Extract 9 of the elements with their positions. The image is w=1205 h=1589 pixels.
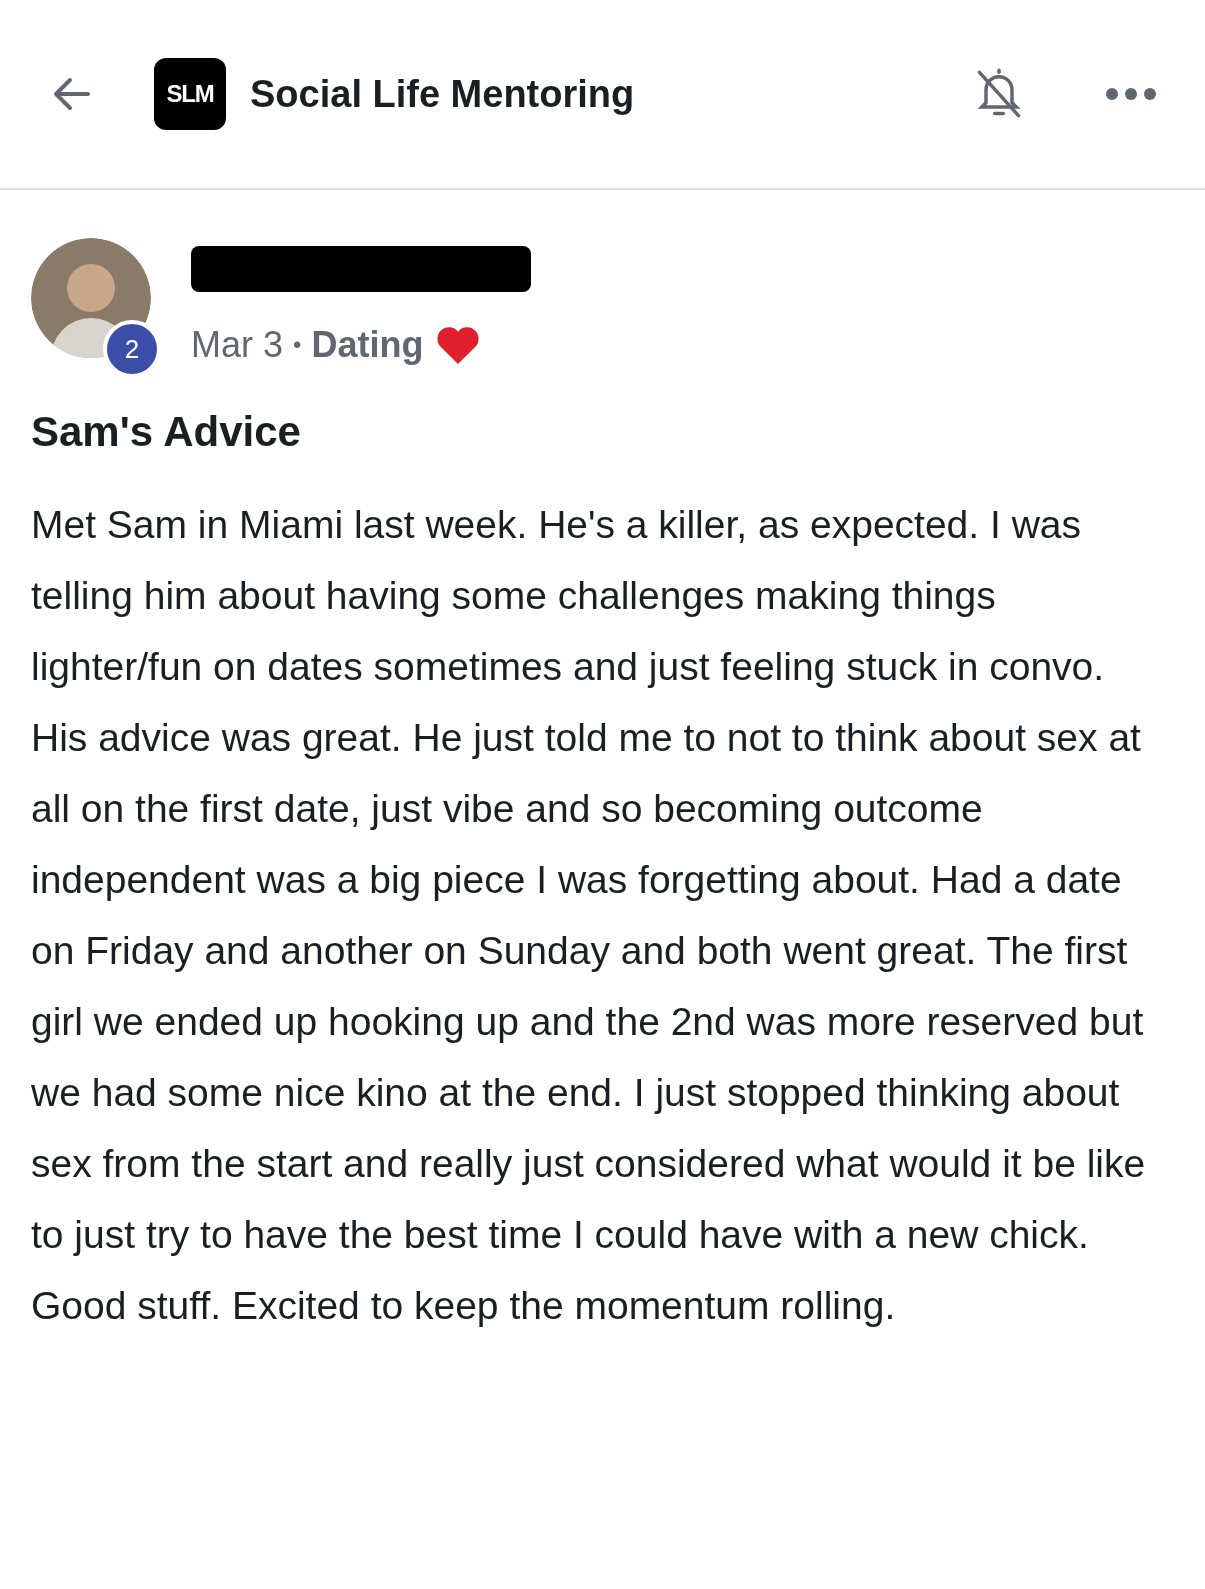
more-options-icon[interactable] [1105, 87, 1157, 101]
post-body: Met Sam in Miami last week. He's a killer, as expected. I was telling him about having some challenges making things lighter/fun on dates sometimes and just feeling stuck in convo. His advice was great. He just told me to not to think about sex at all on the first date, just vibe and so becoming outcome independent was a big piece I was forgetting about. Had a date on Friday and another on Sunday and both went great. The first girl we ended up hooking up and the 2nd was more reserved but we had some nice kino at the end. I just stopped thinking about sex from the start and really just considered what would it be like to just try to have the best time I could have with a new chick. Good stuff. Excited to keep the momentum rolling. [31, 502, 1147, 1329]
category-link[interactable]: Dating [311, 318, 424, 372]
heart-icon [435, 324, 482, 366]
post-date: Mar 3 [191, 323, 284, 367]
group-title: Social Life Mentoring [250, 71, 636, 117]
separator-dot: • [293, 330, 302, 360]
group-logo: SLM [154, 58, 226, 130]
post-title: Sam's Advice [31, 407, 302, 457]
